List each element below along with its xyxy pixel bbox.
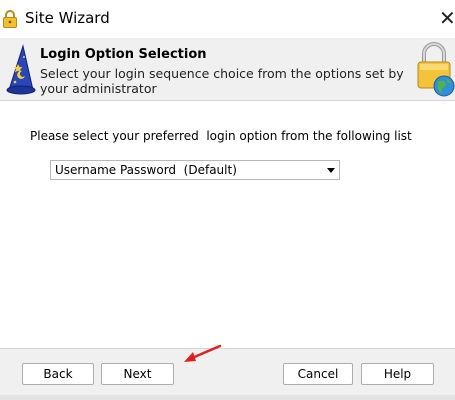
red-arrow-annotation bbox=[184, 344, 222, 362]
bottom-edge bbox=[0, 395, 455, 400]
wizard-footer: Back Next Cancel Help bbox=[0, 348, 455, 400]
header-subtitle: Select your login sequence choice from t… bbox=[40, 66, 404, 96]
login-option-dropdown[interactable]: Username Password (Default) bbox=[50, 160, 340, 180]
padlock-globe-icon bbox=[417, 42, 455, 97]
close-icon[interactable]: ✕ bbox=[439, 8, 455, 28]
window-title: Site Wizard bbox=[25, 9, 110, 27]
login-option-prompt: Please select your preferred login optio… bbox=[30, 129, 412, 143]
header-title: Login Option Selection bbox=[40, 47, 207, 62]
help-button[interactable]: Help bbox=[361, 363, 434, 385]
cancel-button[interactable]: Cancel bbox=[283, 363, 353, 385]
wizard-hat-icon bbox=[6, 44, 36, 95]
next-button[interactable]: Next bbox=[101, 363, 174, 385]
padlock-icon bbox=[3, 10, 17, 28]
back-button[interactable]: Back bbox=[22, 363, 94, 385]
login-option-selected-value: Username Password (Default) bbox=[55, 163, 237, 177]
site-wizard-window: Site Wizard ✕ Login Option Selection Sel… bbox=[0, 0, 455, 400]
wizard-header: Login Option Selection Select your login… bbox=[0, 38, 455, 101]
chevron-down-icon[interactable] bbox=[327, 168, 335, 173]
title-bar: Site Wizard ✕ bbox=[0, 0, 455, 38]
